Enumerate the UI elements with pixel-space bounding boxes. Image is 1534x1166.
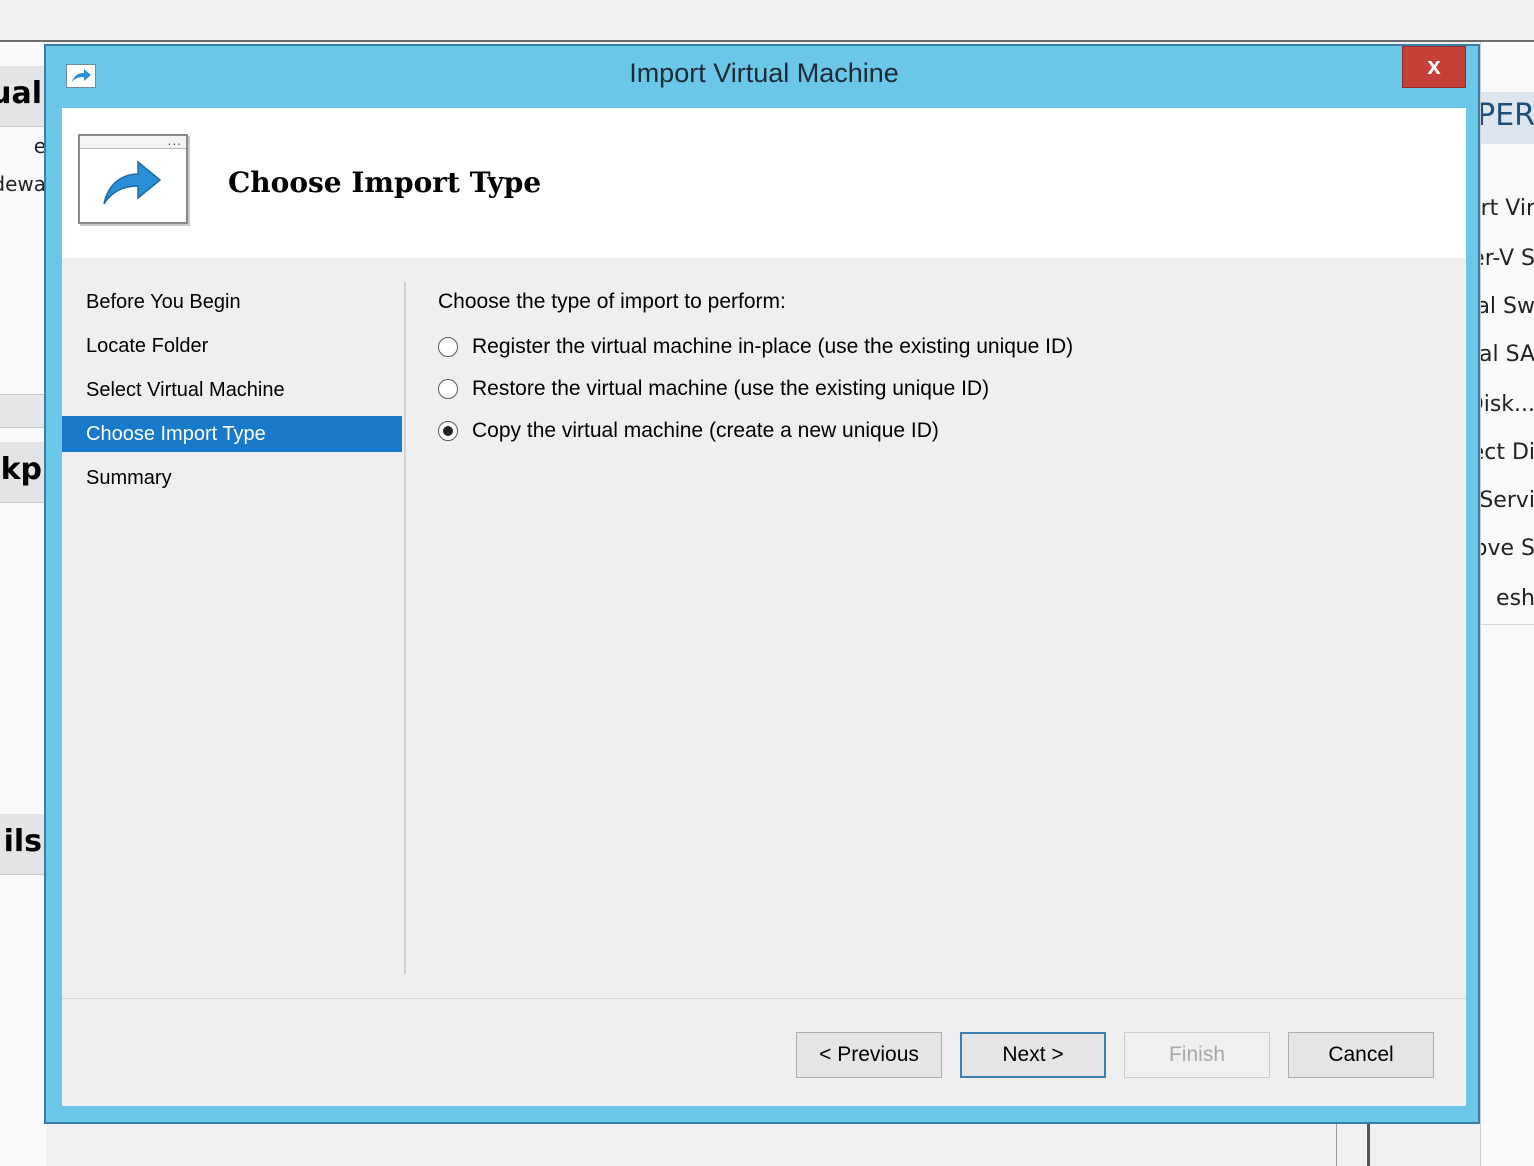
action-item[interactable]: ove S bbox=[1481, 536, 1534, 561]
import-type-panel: Choose the type of import to perform: Re… bbox=[438, 258, 1438, 958]
import-virtual-machine-dialog: Import Virtual Machine x ... Choose Impo… bbox=[44, 44, 1480, 1124]
cancel-button[interactable]: Cancel bbox=[1288, 1032, 1434, 1078]
left-pane-row: dewa bbox=[0, 172, 46, 196]
action-item[interactable]: al SA bbox=[1481, 342, 1534, 367]
previous-button[interactable]: < Previous bbox=[796, 1032, 942, 1078]
page-title: Choose Import Type bbox=[228, 166, 542, 199]
radio-register-in-place[interactable] bbox=[438, 337, 458, 357]
left-pane-scroll-strip bbox=[0, 394, 46, 428]
close-icon: x bbox=[1427, 53, 1441, 80]
close-button[interactable]: x bbox=[1402, 46, 1466, 88]
import-type-prompt: Choose the type of import to perform: bbox=[438, 290, 786, 313]
actions-pane-header: YPER bbox=[1481, 92, 1534, 144]
radio-copy[interactable] bbox=[438, 421, 458, 441]
step-choose-import-type[interactable]: Choose Import Type bbox=[62, 416, 402, 452]
option-restore[interactable]: Restore the virtual machine (use the exi… bbox=[438, 374, 989, 404]
wizard-body: Before You Begin Locate Folder Select Vi… bbox=[62, 258, 1466, 1106]
action-item[interactable]: al Sw bbox=[1481, 294, 1534, 319]
background-actions-pane: YPER ort Vir er-V S al Sw al SA Disk... … bbox=[1480, 42, 1534, 1166]
action-item[interactable]: Disk... bbox=[1481, 392, 1534, 417]
option-copy[interactable]: Copy the virtual machine (create a new u… bbox=[438, 416, 939, 446]
action-item[interactable]: er-V S bbox=[1481, 246, 1534, 271]
action-item[interactable]: ect Di bbox=[1481, 440, 1534, 465]
background-left-pane: ual e dewa ckp ils bbox=[0, 42, 46, 1166]
radio-restore[interactable] bbox=[438, 379, 458, 399]
left-pane-header-checkpoints: ckp bbox=[0, 442, 46, 503]
option-label: Copy the virtual machine (create a new u… bbox=[472, 419, 939, 442]
wizard-header: ... Choose Import Type bbox=[62, 108, 1466, 259]
action-item[interactable]: esh bbox=[1496, 586, 1534, 611]
step-summary[interactable]: Summary bbox=[62, 460, 402, 496]
step-before-you-begin[interactable]: Before You Begin bbox=[62, 284, 402, 320]
step-locate-folder[interactable]: Locate Folder bbox=[62, 328, 402, 364]
option-label: Restore the virtual machine (use the exi… bbox=[472, 377, 990, 400]
left-pane-header-virtual: ual bbox=[0, 66, 46, 127]
footer-divider bbox=[62, 998, 1466, 999]
background-toolbar bbox=[0, 0, 1534, 42]
background-scrollbar bbox=[1336, 1122, 1370, 1166]
finish-button[interactable]: Finish bbox=[1124, 1032, 1270, 1078]
wizard-window-icon: ... bbox=[78, 134, 188, 224]
dialog-title: Import Virtual Machine bbox=[629, 58, 899, 88]
wizard-steps-nav: Before You Begin Locate Folder Select Vi… bbox=[62, 258, 402, 978]
step-select-virtual-machine[interactable]: Select Virtual Machine bbox=[62, 372, 402, 408]
option-label: Register the virtual machine in-place (u… bbox=[472, 335, 1074, 358]
action-item[interactable]: ort Vir bbox=[1481, 196, 1534, 221]
action-item[interactable]: Servi bbox=[1481, 488, 1534, 513]
option-register-in-place[interactable]: Register the virtual machine in-place (u… bbox=[438, 332, 1073, 362]
actions-divider bbox=[1481, 624, 1534, 625]
next-button[interactable]: Next > bbox=[960, 1032, 1106, 1078]
left-pane-header-details: ils bbox=[0, 814, 46, 875]
nav-divider bbox=[404, 282, 406, 974]
